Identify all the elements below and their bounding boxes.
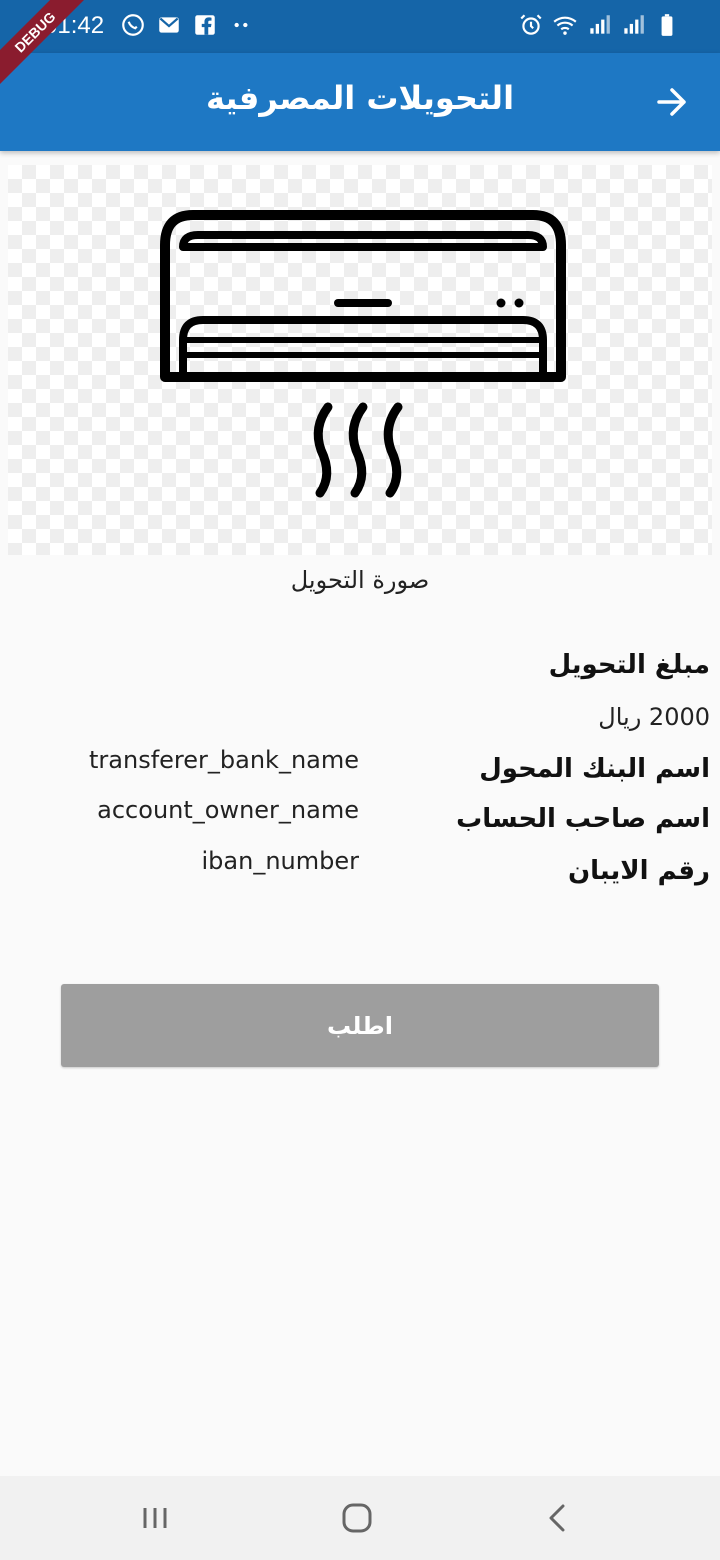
amount-label: مبلغ التحويل xyxy=(548,650,710,680)
gmail-icon xyxy=(159,17,179,33)
wifi-icon xyxy=(553,16,577,35)
amount-value: 2000 ريال xyxy=(598,703,710,731)
system-navigation-bar xyxy=(0,1476,720,1560)
transfer-image[interactable] xyxy=(8,165,712,555)
alarm-icon xyxy=(520,14,542,35)
image-caption: صورة التحويل xyxy=(290,566,430,594)
battery-icon xyxy=(661,14,673,36)
system-icons xyxy=(518,12,680,38)
app-bar: التحويلات المصرفية xyxy=(0,53,720,151)
air-conditioner-icon xyxy=(160,210,566,498)
back-arrow-icon[interactable] xyxy=(654,84,690,120)
home-icon[interactable] xyxy=(337,1498,377,1538)
account-owner-label: اسم صاحب الحساب xyxy=(456,804,710,834)
facebook-icon xyxy=(195,15,215,35)
signal-2-icon xyxy=(624,15,644,34)
status-bar: DEBUG 01:42 xyxy=(0,0,720,94)
signal-icon xyxy=(590,15,610,34)
bank-name-label: اسم البنك المحول xyxy=(479,754,710,784)
more-notifications-icon xyxy=(234,22,248,28)
bank-name-value: transferer_bank_name xyxy=(89,746,359,774)
whatsapp-icon xyxy=(122,14,144,36)
iban-label: رقم الايبان xyxy=(567,856,710,886)
account-owner-value: account_owner_name xyxy=(97,796,359,824)
recent-apps-icon[interactable] xyxy=(135,1498,175,1538)
request-button[interactable]: اطلب xyxy=(61,984,659,1067)
iban-value: iban_number xyxy=(201,847,360,875)
notification-icons xyxy=(120,12,254,38)
page-title: التحويلات المصرفية xyxy=(205,79,515,117)
back-icon[interactable] xyxy=(538,1498,578,1538)
